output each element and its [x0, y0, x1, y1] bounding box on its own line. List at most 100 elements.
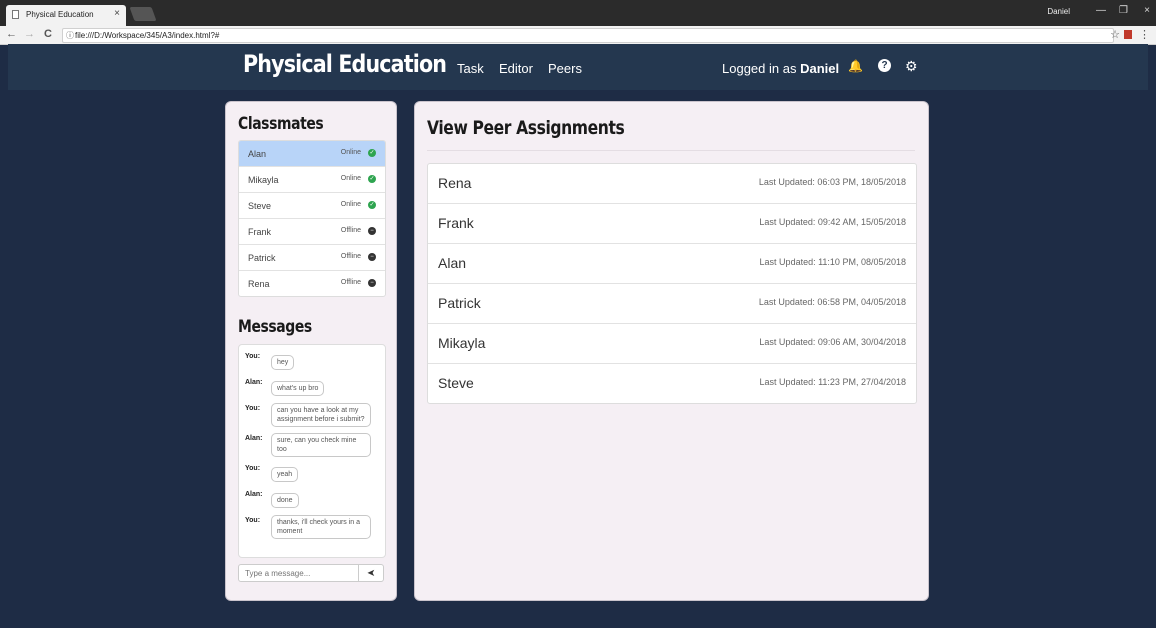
classmate-name: Steve: [248, 201, 272, 211]
peer-name: Rena: [438, 175, 472, 191]
peer-name: Frank: [438, 215, 474, 231]
message-item: You: hey: [239, 351, 385, 371]
send-icon: ➤: [366, 568, 376, 579]
classmate-row[interactable]: Mikayla Online ✓: [239, 167, 385, 193]
tab-close-icon[interactable]: ×: [114, 8, 120, 19]
message-sender: Alan:: [245, 435, 263, 442]
offline-minus-icon: −: [368, 253, 376, 261]
restore-icon[interactable]: ❐: [1119, 5, 1128, 16]
classmate-row[interactable]: Rena Offline −: [239, 271, 385, 296]
message-item: Alan: sure, can you check mine too: [239, 433, 385, 457]
message-bubble: hey: [271, 355, 295, 370]
message-sender: You:: [245, 353, 261, 360]
peer-assignment-row[interactable]: Rena Last Updated: 06:03 PM, 18/05/2018: [428, 164, 916, 204]
extension-icon[interactable]: [1124, 30, 1132, 39]
classmates-title: Classmates: [238, 114, 324, 134]
browser-tab-bar: Physical Education × Daniel — ❐ ×: [0, 0, 1156, 26]
message-bubble: can you have a look at my assignment bef…: [271, 403, 371, 427]
bell-icon[interactable]: 🔔: [848, 59, 863, 73]
messages-list[interactable]: You: hey Alan: what's up bro You: can you hav…: [238, 344, 386, 558]
online-check-icon: ✓: [368, 149, 376, 157]
classmate-status: Online: [340, 149, 361, 156]
gear-icon[interactable]: ⚙: [905, 58, 918, 75]
reload-icon[interactable]: C: [44, 28, 52, 40]
online-check-icon: ✓: [368, 175, 376, 183]
brand-title[interactable]: Physical Education: [243, 50, 447, 78]
peer-assignments-title: View Peer Assignments: [427, 117, 625, 139]
peer-name: Mikayla: [438, 335, 486, 351]
send-button[interactable]: ➤: [359, 564, 384, 582]
username: Daniel: [800, 61, 840, 76]
classmate-status: Online: [340, 201, 361, 208]
peer-last-updated: Last Updated: 11:23 PM, 27/04/2018: [759, 377, 906, 387]
peer-name: Patrick: [438, 295, 481, 311]
classmate-status: Offline: [340, 279, 361, 286]
peer-assignment-row[interactable]: Steve Last Updated: 11:23 PM, 27/04/2018: [428, 364, 916, 403]
classmate-name: Patrick: [248, 253, 276, 263]
classmate-name: Alan: [248, 149, 267, 159]
peer-assignment-row[interactable]: Alan Last Updated: 11:10 PM, 08/05/2018: [428, 244, 916, 284]
info-icon[interactable]: ⓘ: [66, 29, 74, 42]
peer-assignments-panel: View Peer Assignments Rena Last Updated: …: [415, 102, 928, 600]
peer-assignment-row[interactable]: Frank Last Updated: 09:42 AM, 15/05/2018: [428, 204, 916, 244]
bookmark-star-icon[interactable]: ☆: [1110, 28, 1120, 41]
browser-menu-icon[interactable]: ⋮: [1139, 28, 1150, 41]
message-item: Alan: done: [239, 489, 385, 509]
minimize-icon[interactable]: —: [1096, 5, 1106, 16]
title-divider: [427, 150, 915, 151]
peer-last-updated: Last Updated: 06:03 PM, 18/05/2018: [758, 177, 906, 187]
nav-peers[interactable]: Peers: [548, 61, 582, 76]
close-window-icon[interactable]: ×: [1144, 5, 1150, 16]
peer-last-updated: Last Updated: 09:06 AM, 30/04/2018: [759, 337, 906, 347]
message-sender: Alan:: [245, 379, 263, 386]
peer-last-updated: Last Updated: 06:58 PM, 04/05/2018: [758, 297, 906, 307]
message-item: Alan: what's up bro: [239, 377, 385, 397]
page-icon: [12, 10, 19, 19]
message-item: You: yeah: [239, 463, 385, 483]
peer-assignment-list: Rena Last Updated: 06:03 PM, 18/05/2018 Fr…: [427, 163, 917, 404]
classmate-status: Offline: [340, 227, 361, 234]
url-field[interactable]: ⓘ file:///D:/Workspace/345/A3/index.html…: [62, 28, 1114, 43]
message-sender: Alan:: [245, 491, 263, 498]
help-icon[interactable]: ?: [878, 59, 891, 72]
message-sender: You:: [245, 465, 261, 472]
message-bubble: thanks, i'll check yours in a moment: [271, 515, 371, 539]
classmate-row[interactable]: Patrick Offline −: [239, 245, 385, 271]
classmate-row[interactable]: Steve Online ✓: [239, 193, 385, 219]
peer-last-updated: Last Updated: 11:10 PM, 08/05/2018: [759, 257, 906, 267]
app-header: Physical Education Task Editor Peers Log…: [8, 44, 1148, 90]
classmates-list: Alan Online ✓ Mikayla Online ✓ Steve Online ✓ Fra…: [238, 140, 386, 297]
left-panel: Classmates Alan Online ✓ Mikayla Online ✓ Stev…: [226, 102, 396, 600]
message-bubble: what's up bro: [271, 381, 325, 396]
message-input[interactable]: [238, 564, 359, 582]
classmate-status: Offline: [340, 253, 361, 260]
nav-editor[interactable]: Editor: [499, 61, 533, 76]
browser-tab[interactable]: Physical Education ×: [6, 5, 126, 26]
new-tab-button[interactable]: [129, 7, 157, 21]
message-bubble: yeah: [271, 467, 299, 482]
logged-in-label: Logged in as Daniel: [722, 61, 839, 76]
window-user-label: Daniel: [1047, 7, 1070, 16]
message-item: You: can you have a look at my assignment…: [239, 403, 385, 427]
classmate-row[interactable]: Frank Offline −: [239, 219, 385, 245]
classmate-name: Rena: [248, 279, 270, 289]
back-icon[interactable]: ←: [6, 28, 17, 40]
peer-assignment-row[interactable]: Patrick Last Updated: 06:58 PM, 04/05/201…: [428, 284, 916, 324]
peer-last-updated: Last Updated: 09:42 AM, 15/05/2018: [759, 217, 906, 227]
peer-name: Alan: [438, 255, 467, 271]
message-item: You: thanks, i'll check yours in a moment: [239, 515, 385, 539]
online-check-icon: ✓: [368, 201, 376, 209]
message-sender: You:: [245, 517, 261, 524]
offline-minus-icon: −: [368, 227, 376, 235]
offline-minus-icon: −: [368, 279, 376, 287]
classmate-row[interactable]: Alan Online ✓: [239, 141, 385, 167]
browser-address-bar: ← → C ⓘ file:///D:/Workspace/345/A3/inde…: [0, 26, 1156, 45]
classmate-status: Online: [340, 175, 361, 182]
forward-icon[interactable]: →: [24, 28, 35, 40]
message-sender: You:: [245, 405, 261, 412]
nav-task[interactable]: Task: [457, 61, 484, 76]
classmate-name: Mikayla: [248, 175, 279, 185]
peer-assignment-row[interactable]: Mikayla Last Updated: 09:06 AM, 30/04/201…: [428, 324, 916, 364]
message-bubble: done: [271, 493, 299, 508]
message-bubble: sure, can you check mine too: [271, 433, 371, 457]
